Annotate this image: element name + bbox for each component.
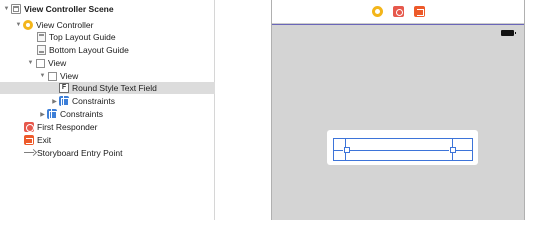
constraint-line — [334, 150, 343, 151]
outline-item-label: View — [48, 58, 67, 68]
outline-item-view[interactable]: ▼ View — [0, 57, 215, 69]
outline-item-view-controller-scene[interactable]: ▼ View Controller Scene — [0, 3, 215, 15]
disclosure-expanded-icon[interactable]: ▼ — [26, 60, 35, 66]
outline-item-label: View Controller Scene — [24, 4, 114, 14]
entry-point-arrow-icon — [24, 148, 36, 158]
storyboard-scene-icon — [11, 4, 21, 14]
text-field-icon: F — [59, 83, 69, 93]
exit-icon[interactable] — [413, 6, 425, 17]
first-responder-icon[interactable] — [392, 6, 404, 17]
outline-item-round-style-text-field[interactable]: F Round Style Text Field — [0, 82, 215, 94]
outline-item-view-controller[interactable]: ▼ View Controller — [0, 19, 215, 31]
constraint-line — [349, 150, 449, 151]
outline-item-label: Constraints — [60, 109, 103, 119]
document-outline: ▼ View Controller Scene ▼ View Controlle… — [0, 0, 215, 220]
view-controller-scene[interactable] — [271, 0, 525, 220]
outline-item-label: View Controller — [36, 20, 94, 30]
round-style-text-field[interactable] — [333, 138, 473, 161]
outline-item-label: Bottom Layout Guide — [49, 45, 129, 55]
outline-item-label: Exit — [37, 135, 52, 145]
resize-handle-right[interactable] — [450, 147, 456, 153]
root-view[interactable] — [272, 24, 524, 220]
outline-item-storyboard-entry-point[interactable]: Storyboard Entry Point — [0, 147, 215, 159]
outline-item-label: Round Style Text Field — [72, 83, 157, 93]
outline-item-top-layout-guide[interactable]: Top Layout Guide — [0, 31, 215, 43]
constraints-icon — [47, 109, 57, 119]
resize-handle-left[interactable] — [344, 147, 350, 153]
outline-item-label: Constraints — [72, 96, 115, 106]
view-controller-icon[interactable] — [371, 6, 383, 17]
layout-guide-icon — [36, 45, 46, 55]
constraint-line — [455, 150, 472, 151]
disclosure-collapsed-icon[interactable]: ▶ — [50, 98, 59, 105]
disclosure-expanded-icon[interactable]: ▼ — [14, 22, 23, 28]
outline-item-bottom-layout-guide[interactable]: Bottom Layout Guide — [0, 44, 215, 56]
exit-icon — [24, 135, 34, 145]
view-icon — [35, 58, 45, 68]
interface-builder-canvas[interactable] — [216, 0, 550, 220]
constraints-icon — [59, 96, 69, 106]
disclosure-expanded-icon[interactable]: ▼ — [2, 6, 11, 12]
outline-item-label: View — [60, 71, 79, 81]
view-controller-icon — [23, 20, 33, 30]
outline-item-exit[interactable]: Exit — [0, 134, 215, 146]
outline-item-label: First Responder — [37, 122, 98, 132]
first-responder-icon — [24, 122, 34, 132]
outline-item-subview[interactable]: ▼ View — [0, 70, 215, 82]
outline-item-label: Top Layout Guide — [49, 32, 116, 42]
view-icon — [47, 71, 57, 81]
outline-item-constraints[interactable]: ▶ Constraints — [0, 108, 215, 120]
disclosure-collapsed-icon[interactable]: ▶ — [38, 111, 47, 118]
outline-item-first-responder[interactable]: First Responder — [0, 121, 215, 133]
outline-item-constraints[interactable]: ▶ Constraints — [0, 95, 215, 107]
outline-item-label: Storyboard Entry Point — [37, 148, 123, 158]
layout-guide-icon — [36, 32, 46, 42]
disclosure-expanded-icon[interactable]: ▼ — [38, 73, 47, 79]
battery-icon — [501, 30, 516, 36]
scene-dock — [272, 0, 524, 24]
